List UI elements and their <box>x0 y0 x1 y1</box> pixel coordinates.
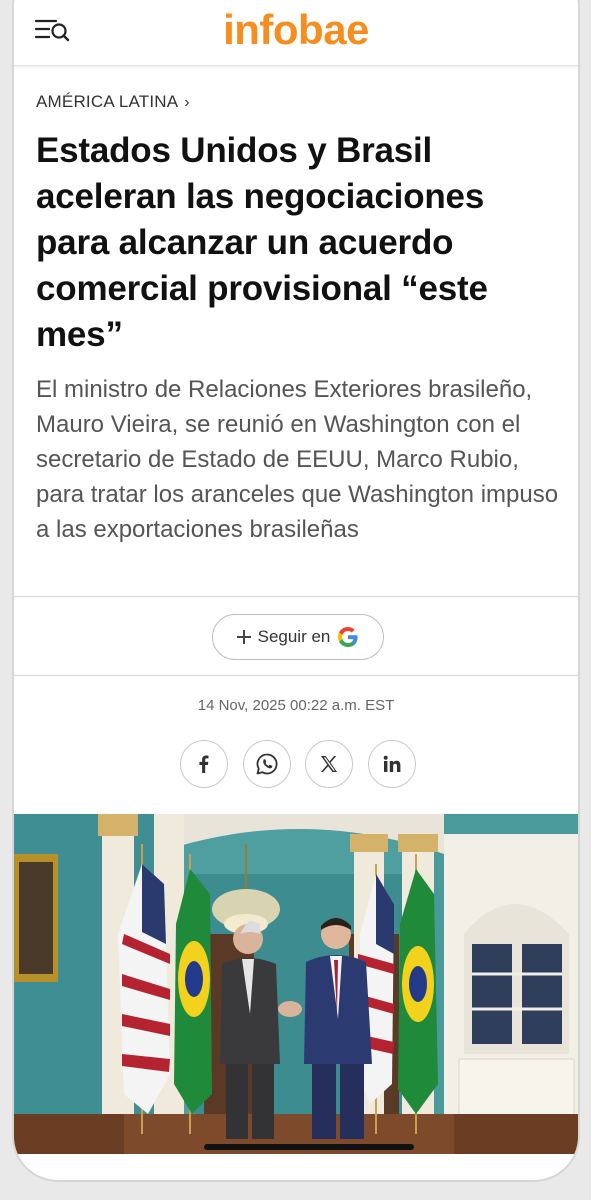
x-icon <box>321 756 338 772</box>
infobae-logo[interactable]: infobae <box>14 6 578 54</box>
google-icon <box>338 627 358 647</box>
share-whatsapp-button[interactable] <box>242 740 291 788</box>
phone-screen: infobae AMÉRICA LATINA › Estados Unidos y… <box>12 0 580 1182</box>
share-linkedin-button[interactable] <box>367 740 416 788</box>
plus-icon <box>236 630 251 644</box>
whatsapp-icon <box>256 753 278 775</box>
facebook-icon <box>199 755 209 773</box>
article-subheadline: El ministro de Relaciones Exteriores bra… <box>36 376 559 543</box>
section-label: AMÉRICA LATINA <box>36 92 179 111</box>
home-indicator <box>204 1144 414 1150</box>
section-breadcrumb[interactable]: AMÉRICA LATINA › <box>36 92 190 112</box>
article-photo[interactable] <box>14 814 578 1154</box>
divider <box>14 596 578 597</box>
follow-on-google-button[interactable]: Seguir en <box>212 614 384 660</box>
follow-label: Seguir en <box>257 627 331 646</box>
divider <box>14 675 578 676</box>
linkedin-icon <box>383 755 401 772</box>
chevron-right-icon: › <box>184 94 190 111</box>
share-buttons <box>180 740 416 790</box>
publish-date: 14 Nov, 2025 00:22 a.m. EST <box>197 697 395 714</box>
share-x-button[interactable] <box>305 740 354 788</box>
share-facebook-button[interactable] <box>180 740 228 788</box>
photo-illustration <box>14 814 578 1154</box>
site-header: infobae <box>14 2 578 66</box>
article-headline: Estados Unidos y Brasil aceleran las neg… <box>36 131 488 354</box>
